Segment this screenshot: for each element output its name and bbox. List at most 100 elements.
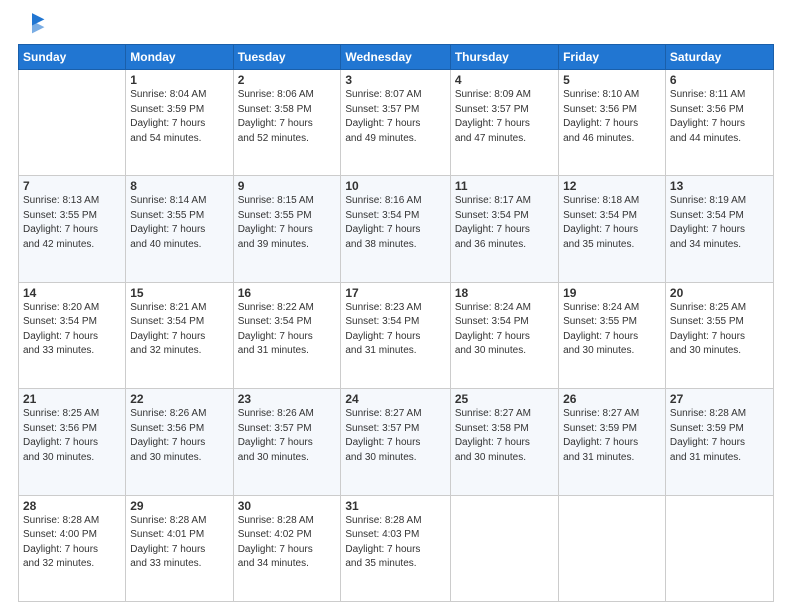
col-header-saturday: Saturday xyxy=(665,45,773,70)
day-cell: 26Sunrise: 8:27 AM Sunset: 3:59 PM Dayli… xyxy=(559,389,666,495)
day-info: Sunrise: 8:28 AM Sunset: 4:01 PM Dayligh… xyxy=(130,514,228,572)
page: SundayMondayTuesdayWednesdayThursdayFrid… xyxy=(0,0,792,612)
day-cell: 5Sunrise: 8:10 AM Sunset: 3:56 PM Daylig… xyxy=(559,70,666,176)
day-info: Sunrise: 8:25 AM Sunset: 3:56 PM Dayligh… xyxy=(23,407,121,465)
day-number: 17 xyxy=(345,286,445,300)
day-info: Sunrise: 8:16 AM Sunset: 3:54 PM Dayligh… xyxy=(345,194,445,252)
day-number: 30 xyxy=(238,499,337,513)
day-number: 6 xyxy=(670,73,769,87)
day-number: 28 xyxy=(23,499,121,513)
day-info: Sunrise: 8:24 AM Sunset: 3:54 PM Dayligh… xyxy=(455,301,554,359)
day-cell: 12Sunrise: 8:18 AM Sunset: 3:54 PM Dayli… xyxy=(559,176,666,282)
day-info: Sunrise: 8:04 AM Sunset: 3:59 PM Dayligh… xyxy=(130,88,228,146)
day-number: 21 xyxy=(23,392,121,406)
week-row-1: 1Sunrise: 8:04 AM Sunset: 3:59 PM Daylig… xyxy=(19,70,774,176)
day-cell: 27Sunrise: 8:28 AM Sunset: 3:59 PM Dayli… xyxy=(665,389,773,495)
day-info: Sunrise: 8:28 AM Sunset: 4:02 PM Dayligh… xyxy=(238,514,337,572)
day-number: 12 xyxy=(563,179,661,193)
day-cell: 6Sunrise: 8:11 AM Sunset: 3:56 PM Daylig… xyxy=(665,70,773,176)
day-info: Sunrise: 8:25 AM Sunset: 3:55 PM Dayligh… xyxy=(670,301,769,359)
logo-icon xyxy=(18,10,46,38)
day-cell: 19Sunrise: 8:24 AM Sunset: 3:55 PM Dayli… xyxy=(559,282,666,388)
day-number: 23 xyxy=(238,392,337,406)
day-cell: 7Sunrise: 8:13 AM Sunset: 3:55 PM Daylig… xyxy=(19,176,126,282)
day-cell xyxy=(450,495,558,601)
day-number: 22 xyxy=(130,392,228,406)
day-info: Sunrise: 8:28 AM Sunset: 3:59 PM Dayligh… xyxy=(670,407,769,465)
day-info: Sunrise: 8:23 AM Sunset: 3:54 PM Dayligh… xyxy=(345,301,445,359)
day-info: Sunrise: 8:09 AM Sunset: 3:57 PM Dayligh… xyxy=(455,88,554,146)
day-cell xyxy=(665,495,773,601)
day-cell: 25Sunrise: 8:27 AM Sunset: 3:58 PM Dayli… xyxy=(450,389,558,495)
day-cell: 20Sunrise: 8:25 AM Sunset: 3:55 PM Dayli… xyxy=(665,282,773,388)
calendar-table: SundayMondayTuesdayWednesdayThursdayFrid… xyxy=(18,44,774,602)
day-cell: 24Sunrise: 8:27 AM Sunset: 3:57 PM Dayli… xyxy=(341,389,450,495)
day-number: 7 xyxy=(23,179,121,193)
day-cell: 8Sunrise: 8:14 AM Sunset: 3:55 PM Daylig… xyxy=(126,176,233,282)
day-info: Sunrise: 8:24 AM Sunset: 3:55 PM Dayligh… xyxy=(563,301,661,359)
day-info: Sunrise: 8:21 AM Sunset: 3:54 PM Dayligh… xyxy=(130,301,228,359)
day-number: 3 xyxy=(345,73,445,87)
day-cell: 23Sunrise: 8:26 AM Sunset: 3:57 PM Dayli… xyxy=(233,389,341,495)
day-cell: 17Sunrise: 8:23 AM Sunset: 3:54 PM Dayli… xyxy=(341,282,450,388)
day-cell: 21Sunrise: 8:25 AM Sunset: 3:56 PM Dayli… xyxy=(19,389,126,495)
day-info: Sunrise: 8:19 AM Sunset: 3:54 PM Dayligh… xyxy=(670,194,769,252)
day-cell: 1Sunrise: 8:04 AM Sunset: 3:59 PM Daylig… xyxy=(126,70,233,176)
day-number: 15 xyxy=(130,286,228,300)
day-number: 29 xyxy=(130,499,228,513)
day-cell: 13Sunrise: 8:19 AM Sunset: 3:54 PM Dayli… xyxy=(665,176,773,282)
col-header-sunday: Sunday xyxy=(19,45,126,70)
day-number: 20 xyxy=(670,286,769,300)
day-info: Sunrise: 8:10 AM Sunset: 3:56 PM Dayligh… xyxy=(563,88,661,146)
day-number: 24 xyxy=(345,392,445,406)
day-info: Sunrise: 8:13 AM Sunset: 3:55 PM Dayligh… xyxy=(23,194,121,252)
day-cell: 11Sunrise: 8:17 AM Sunset: 3:54 PM Dayli… xyxy=(450,176,558,282)
day-number: 26 xyxy=(563,392,661,406)
day-info: Sunrise: 8:27 AM Sunset: 3:59 PM Dayligh… xyxy=(563,407,661,465)
day-number: 9 xyxy=(238,179,337,193)
col-header-wednesday: Wednesday xyxy=(341,45,450,70)
header-row: SundayMondayTuesdayWednesdayThursdayFrid… xyxy=(19,45,774,70)
day-info: Sunrise: 8:28 AM Sunset: 4:03 PM Dayligh… xyxy=(345,514,445,572)
day-info: Sunrise: 8:07 AM Sunset: 3:57 PM Dayligh… xyxy=(345,88,445,146)
day-number: 2 xyxy=(238,73,337,87)
col-header-thursday: Thursday xyxy=(450,45,558,70)
day-cell xyxy=(559,495,666,601)
day-info: Sunrise: 8:17 AM Sunset: 3:54 PM Dayligh… xyxy=(455,194,554,252)
day-info: Sunrise: 8:27 AM Sunset: 3:57 PM Dayligh… xyxy=(345,407,445,465)
week-row-5: 28Sunrise: 8:28 AM Sunset: 4:00 PM Dayli… xyxy=(19,495,774,601)
col-header-monday: Monday xyxy=(126,45,233,70)
day-info: Sunrise: 8:28 AM Sunset: 4:00 PM Dayligh… xyxy=(23,514,121,572)
day-cell: 14Sunrise: 8:20 AM Sunset: 3:54 PM Dayli… xyxy=(19,282,126,388)
day-info: Sunrise: 8:15 AM Sunset: 3:55 PM Dayligh… xyxy=(238,194,337,252)
day-cell: 15Sunrise: 8:21 AM Sunset: 3:54 PM Dayli… xyxy=(126,282,233,388)
week-row-3: 14Sunrise: 8:20 AM Sunset: 3:54 PM Dayli… xyxy=(19,282,774,388)
header xyxy=(18,10,774,38)
day-cell: 9Sunrise: 8:15 AM Sunset: 3:55 PM Daylig… xyxy=(233,176,341,282)
day-cell: 18Sunrise: 8:24 AM Sunset: 3:54 PM Dayli… xyxy=(450,282,558,388)
col-header-tuesday: Tuesday xyxy=(233,45,341,70)
day-cell: 2Sunrise: 8:06 AM Sunset: 3:58 PM Daylig… xyxy=(233,70,341,176)
logo xyxy=(18,10,50,38)
day-cell: 28Sunrise: 8:28 AM Sunset: 4:00 PM Dayli… xyxy=(19,495,126,601)
day-cell: 10Sunrise: 8:16 AM Sunset: 3:54 PM Dayli… xyxy=(341,176,450,282)
day-cell: 31Sunrise: 8:28 AM Sunset: 4:03 PM Dayli… xyxy=(341,495,450,601)
day-number: 5 xyxy=(563,73,661,87)
day-number: 27 xyxy=(670,392,769,406)
day-number: 31 xyxy=(345,499,445,513)
day-cell: 29Sunrise: 8:28 AM Sunset: 4:01 PM Dayli… xyxy=(126,495,233,601)
day-number: 11 xyxy=(455,179,554,193)
day-info: Sunrise: 8:27 AM Sunset: 3:58 PM Dayligh… xyxy=(455,407,554,465)
day-number: 1 xyxy=(130,73,228,87)
day-info: Sunrise: 8:11 AM Sunset: 3:56 PM Dayligh… xyxy=(670,88,769,146)
day-cell: 30Sunrise: 8:28 AM Sunset: 4:02 PM Dayli… xyxy=(233,495,341,601)
day-number: 19 xyxy=(563,286,661,300)
day-number: 8 xyxy=(130,179,228,193)
day-info: Sunrise: 8:06 AM Sunset: 3:58 PM Dayligh… xyxy=(238,88,337,146)
day-number: 10 xyxy=(345,179,445,193)
day-cell: 3Sunrise: 8:07 AM Sunset: 3:57 PM Daylig… xyxy=(341,70,450,176)
col-header-friday: Friday xyxy=(559,45,666,70)
day-number: 13 xyxy=(670,179,769,193)
day-info: Sunrise: 8:14 AM Sunset: 3:55 PM Dayligh… xyxy=(130,194,228,252)
day-info: Sunrise: 8:26 AM Sunset: 3:57 PM Dayligh… xyxy=(238,407,337,465)
